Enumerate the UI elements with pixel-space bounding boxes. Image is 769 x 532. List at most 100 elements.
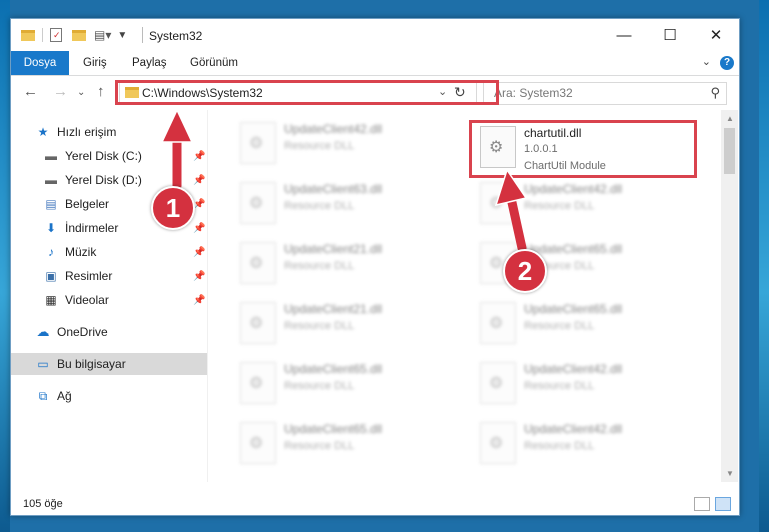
- file-item[interactable]: UpdateClient63.dll Resource DLL: [232, 178, 452, 228]
- pin-icon: 📌: [193, 270, 206, 282]
- dll-file-icon: [240, 302, 276, 344]
- dll-file-icon: [240, 362, 276, 404]
- file-type: Resource DLL: [284, 260, 355, 272]
- file-type: Resource DLL: [524, 320, 595, 332]
- file-type: Resource DLL: [284, 140, 355, 152]
- tab-file[interactable]: Dosya: [11, 51, 69, 75]
- maximize-button[interactable]: ☐: [647, 19, 693, 51]
- up-button[interactable]: ↑: [97, 83, 105, 100]
- music-icon: ♪: [48, 245, 54, 259]
- sidebar-item-pictures[interactable]: ▣ Resimler 📌: [11, 265, 237, 287]
- file-name: UpdateClient63.dll: [284, 182, 383, 196]
- dll-file-icon: [480, 182, 516, 224]
- dll-file-icon: [480, 362, 516, 404]
- minimize-button[interactable]: —: [601, 19, 647, 51]
- back-button[interactable]: ←: [23, 83, 38, 100]
- tab-home[interactable]: Giriş: [83, 51, 107, 75]
- file-item[interactable]: UpdateClient42.dll Resource DLL: [472, 178, 692, 228]
- status-bar: 105 öğe: [11, 493, 739, 515]
- file-name: UpdateClient21.dll: [284, 302, 383, 316]
- sidebar-item-disk-c[interactable]: ▬ Yerel Disk (C:) 📌: [11, 145, 237, 167]
- sidebar-item-quick-access[interactable]: ★ Hızlı erişim: [11, 121, 229, 143]
- help-icon[interactable]: ?: [720, 56, 734, 70]
- dll-file-icon: [240, 422, 276, 464]
- sidebar-item-disk-d[interactable]: ▬ Yerel Disk (D:) 📌: [11, 169, 237, 191]
- sidebar-item-label: Videolar: [65, 293, 109, 307]
- dll-file-icon: [240, 122, 276, 164]
- toolbar-dropdown-icon[interactable]: ▼: [117, 30, 127, 41]
- new-folder-icon[interactable]: [72, 29, 86, 41]
- file-item[interactable]: UpdateClient65.dll Resource DLL: [232, 358, 452, 408]
- sidebar-item-label: Belgeler: [65, 197, 110, 211]
- sidebar-item-label: Müzik: [65, 245, 97, 259]
- file-name: UpdateClient42.dll: [524, 422, 623, 436]
- sidebar-item-label: OneDrive: [57, 325, 108, 339]
- file-item[interactable]: UpdateClient65.dll Resource DLL: [472, 298, 692, 348]
- recent-locations-icon[interactable]: ⌄: [77, 87, 85, 98]
- scroll-down-icon[interactable]: ▼: [726, 469, 734, 478]
- step-1-badge: 1: [151, 186, 195, 230]
- sidebar-item-music[interactable]: ♪ Müzik 📌: [11, 241, 237, 263]
- file-name: UpdateClient42.dll: [524, 362, 623, 376]
- ribbon-tabs: Dosya Giriş Paylaş Görünüm ⌄ ?: [11, 51, 739, 76]
- dll-file-icon: [480, 422, 516, 464]
- expand-ribbon-icon[interactable]: ⌄: [702, 55, 711, 68]
- file-type: Resource DLL: [284, 380, 355, 392]
- file-name: UpdateClient65.dll: [284, 422, 383, 436]
- sidebar-item-documents[interactable]: ▤ Belgeler 📌: [11, 193, 237, 215]
- customize-toolbar-icon[interactable]: ▤▾: [94, 28, 111, 42]
- file-type: Resource DLL: [524, 440, 595, 452]
- forward-button[interactable]: →: [53, 83, 68, 100]
- file-type: Resource DLL: [284, 440, 355, 452]
- step-2-badge: 2: [503, 249, 547, 293]
- scroll-up-icon[interactable]: ▲: [726, 114, 734, 123]
- sidebar-item-downloads[interactable]: ⬇ İndirmeler 📌: [11, 217, 237, 239]
- address-highlight-box: [115, 80, 499, 105]
- folder-icon: [21, 29, 35, 41]
- item-count: 105 öğe: [23, 498, 63, 510]
- network-icon: ⧉: [38, 388, 48, 403]
- file-type: Resource DLL: [524, 200, 595, 212]
- file-item[interactable]: UpdateClient21.dll Resource DLL: [232, 298, 452, 348]
- properties-icon[interactable]: ✓: [50, 28, 62, 42]
- file-item[interactable]: UpdateClient42.dll Resource DLL: [472, 418, 692, 468]
- sidebar-item-label: İndirmeler: [65, 221, 119, 235]
- video-icon: ▦: [45, 293, 57, 307]
- search-placeholder: Ara: System32: [494, 86, 573, 100]
- file-item[interactable]: UpdateClient21.dll Resource DLL: [232, 238, 452, 288]
- file-name: UpdateClient21.dll: [284, 242, 383, 256]
- sidebar-item-videos[interactable]: ▦ Videolar 📌: [11, 289, 237, 311]
- file-item[interactable]: UpdateClient42.dll Resource DLL: [232, 118, 452, 168]
- star-icon: ★: [37, 125, 49, 139]
- close-button[interactable]: ✕: [693, 19, 739, 51]
- file-name: UpdateClient42.dll: [284, 122, 383, 136]
- document-icon: ▤: [45, 197, 57, 211]
- sidebar-item-label: Hızlı erişim: [57, 125, 117, 139]
- dll-file-icon: [480, 302, 516, 344]
- search-icon[interactable]: ⚲: [710, 85, 720, 101]
- pin-icon: 📌: [193, 222, 206, 234]
- file-name: UpdateClient42.dll: [524, 182, 623, 196]
- details-view-icon[interactable]: [694, 497, 710, 511]
- file-item[interactable]: UpdateClient65.dll Resource DLL: [232, 418, 452, 468]
- sidebar-item-this-pc[interactable]: ▭ Bu bilgisayar: [11, 353, 229, 375]
- navigation-pane: ★ Hızlı erişim ▬ Yerel Disk (C:) 📌 ▬ Yer…: [11, 110, 229, 482]
- title-bar: ✓ ▤▾ ▼ System32 — ☐ ✕: [11, 19, 739, 51]
- vertical-scrollbar[interactable]: ▲ ▼: [721, 110, 738, 482]
- file-type: Resource DLL: [284, 200, 355, 212]
- drive-icon: ▬: [45, 173, 57, 187]
- sidebar-item-onedrive[interactable]: ☁ OneDrive: [11, 321, 229, 343]
- sidebar-item-label: Yerel Disk (D:): [65, 173, 142, 187]
- desktop-background-right: [759, 0, 769, 532]
- search-input[interactable]: Ara: System32 ⚲: [483, 82, 727, 105]
- dll-file-icon: [240, 242, 276, 284]
- explorer-window: ✓ ▤▾ ▼ System32 — ☐ ✕ Dosya Giriş Paylaş…: [10, 18, 740, 516]
- toolbar-divider: [42, 28, 43, 42]
- sidebar-item-network[interactable]: ⧉ Ağ: [11, 385, 229, 407]
- tiles-view-icon[interactable]: [715, 497, 731, 511]
- file-item[interactable]: UpdateClient42.dll Resource DLL: [472, 358, 692, 408]
- tab-view[interactable]: Görünüm: [190, 51, 238, 75]
- quick-access-toolbar: ✓ ▤▾ ▼: [21, 27, 127, 43]
- tab-share[interactable]: Paylaş: [132, 51, 167, 75]
- scrollbar-thumb[interactable]: [724, 128, 735, 174]
